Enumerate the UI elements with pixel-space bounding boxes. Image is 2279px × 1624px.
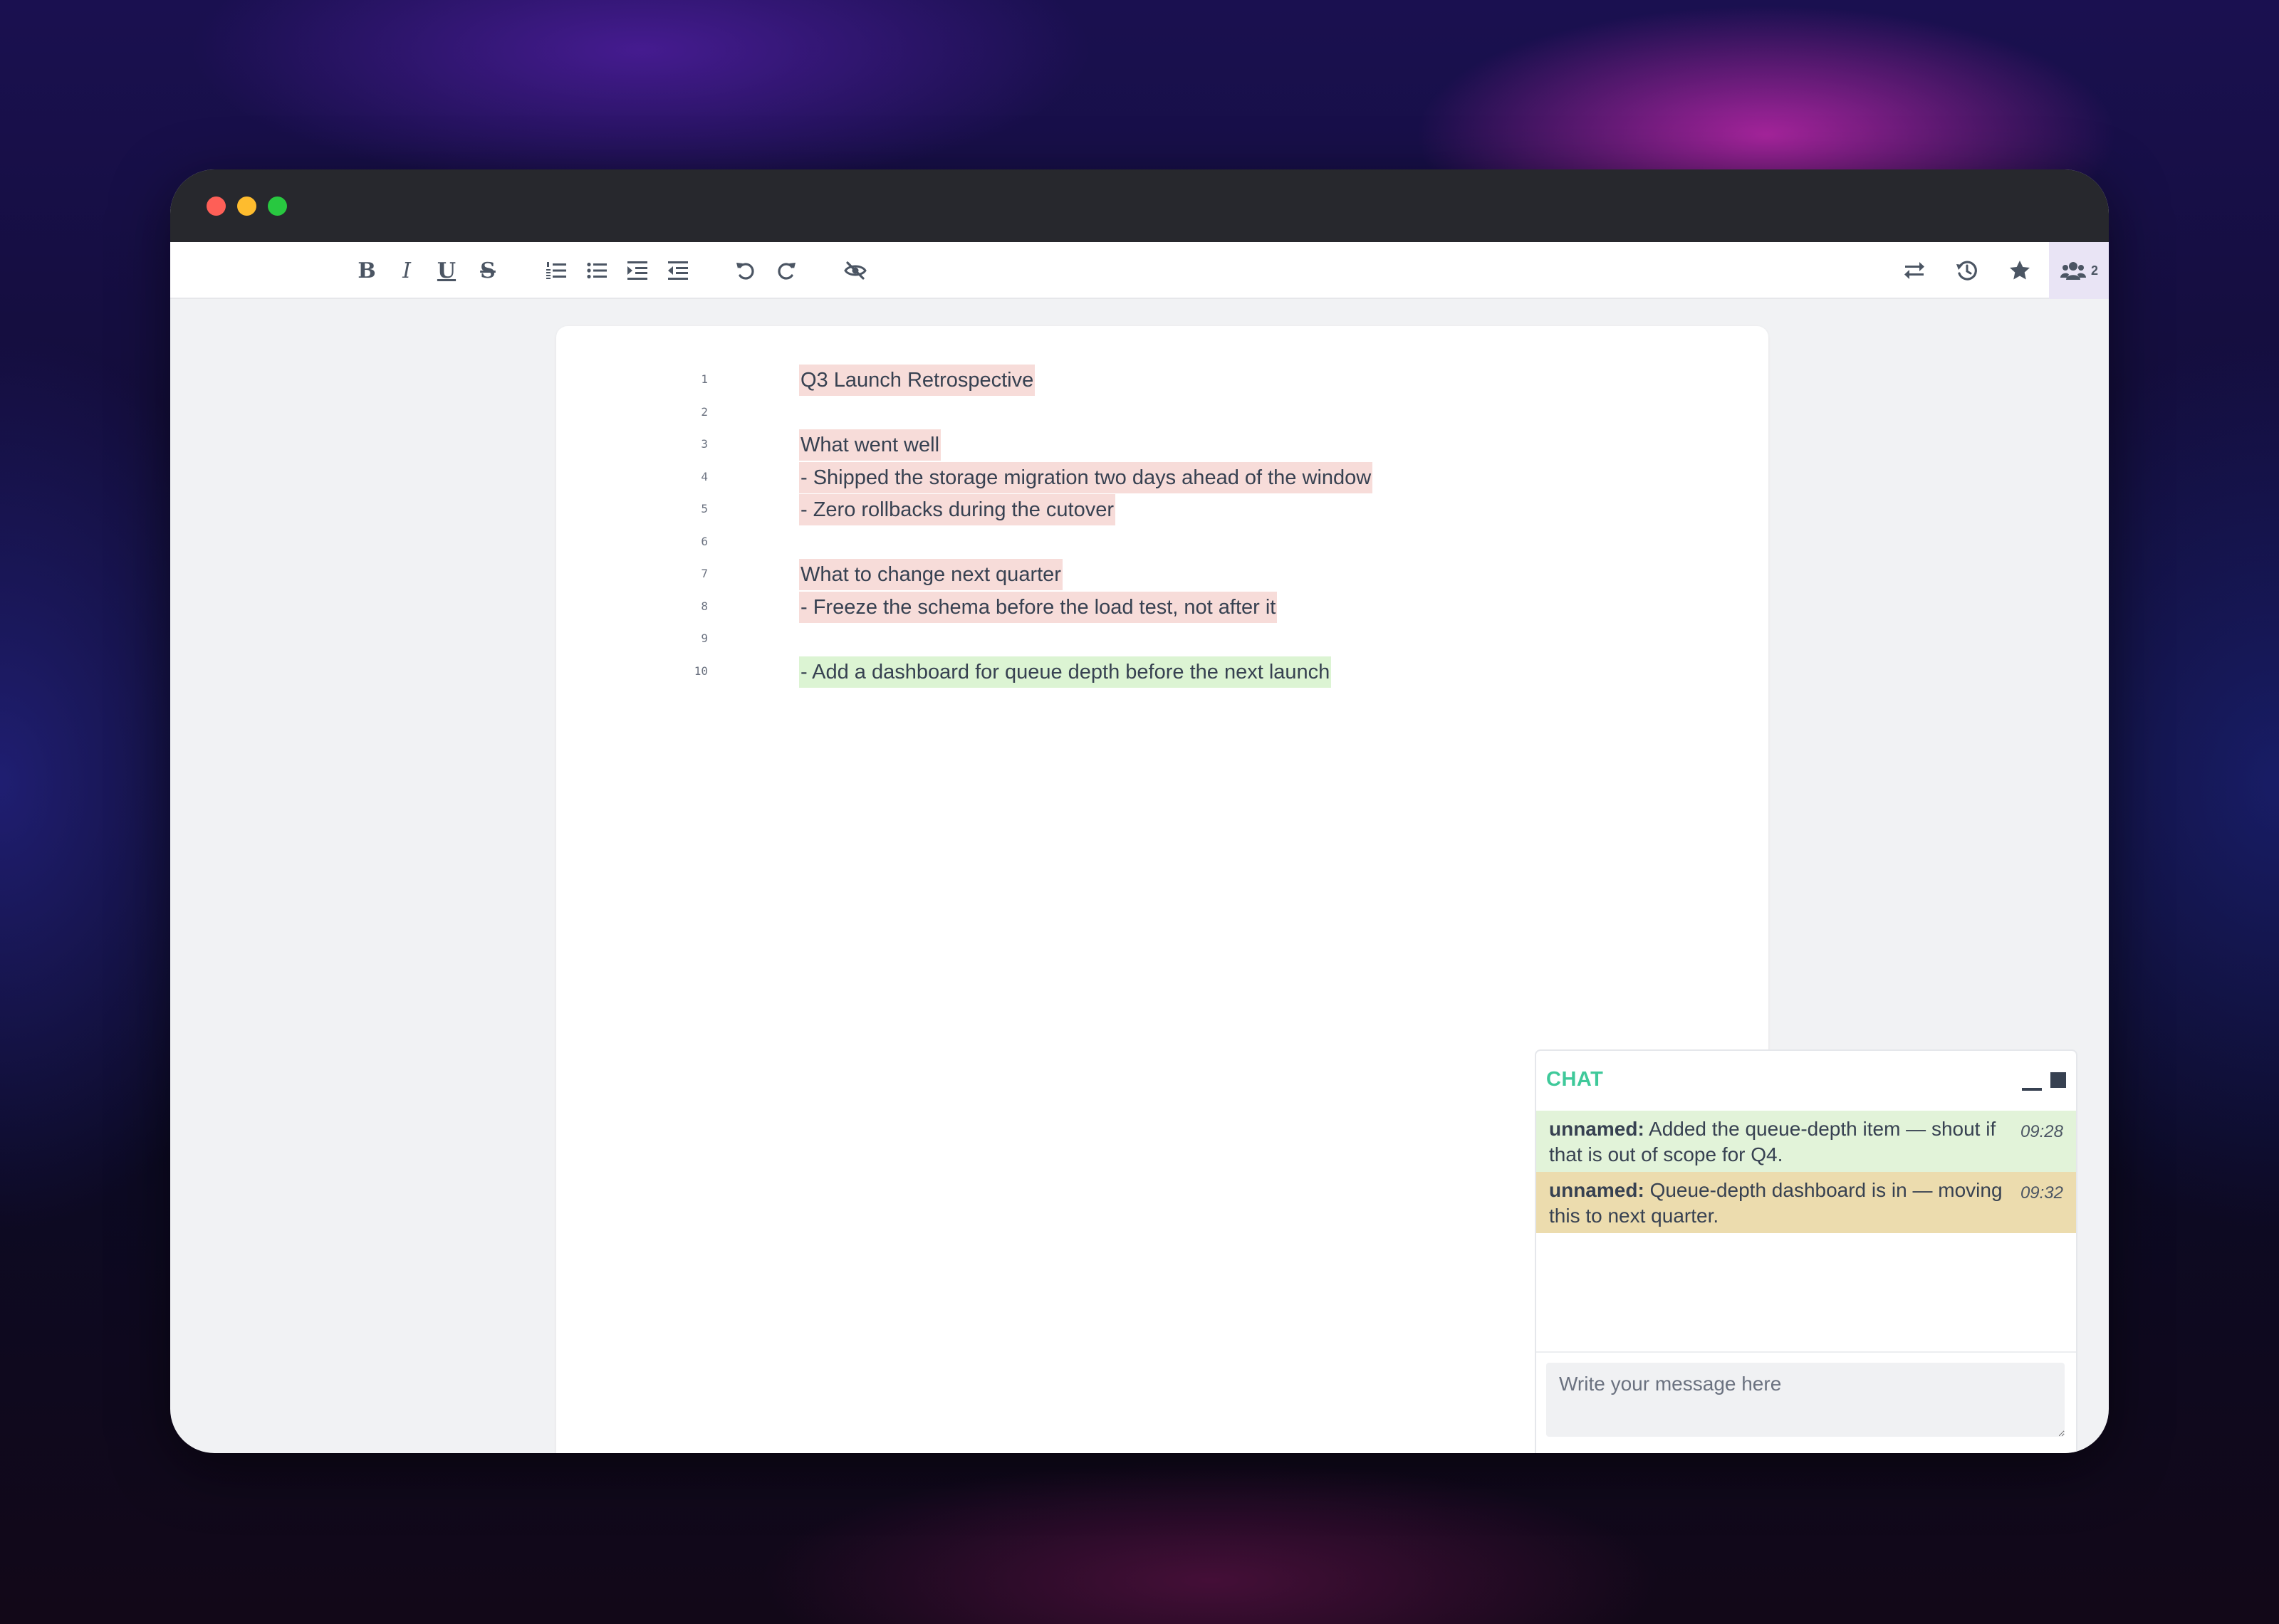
- italic-button[interactable]: I: [390, 253, 424, 288]
- italic-icon: I: [402, 258, 411, 283]
- editor-line[interactable]: What to change next quarter: [799, 559, 1063, 590]
- chat-message-input[interactable]: [1546, 1363, 2065, 1437]
- users-count: 2: [2090, 263, 2098, 278]
- editor-line[interactable]: Q3 Launch Retrospective: [799, 365, 1036, 396]
- editor-line-text: - Add a dashboard for queue depth before…: [799, 656, 1332, 688]
- redo-button[interactable]: [769, 253, 803, 288]
- maximize-window-button[interactable]: [268, 197, 287, 216]
- users-button[interactable]: 2: [2049, 242, 2109, 299]
- chat-title: CHAT: [1546, 1068, 1604, 1091]
- strikethrough-button[interactable]: S: [471, 253, 505, 288]
- outdent-button[interactable]: [661, 253, 695, 288]
- underline-icon: U: [437, 258, 457, 283]
- hide-icon: [844, 261, 867, 280]
- swap-icon: [1904, 262, 1924, 279]
- chat-message-author: unnamed:: [1549, 1118, 1644, 1140]
- redo-icon: [778, 263, 796, 280]
- strikethrough-icon: S: [480, 258, 496, 283]
- editor-line-text: Q3 Launch Retrospective: [799, 365, 1036, 396]
- editor-line-text: What to change next quarter: [799, 559, 1063, 590]
- saved-revision-button[interactable]: [2003, 253, 2037, 288]
- underline-button[interactable]: U: [429, 253, 464, 288]
- toggle-author-colors-button[interactable]: [838, 253, 872, 288]
- bold-button[interactable]: B: [350, 253, 384, 288]
- indent-button[interactable]: [620, 253, 655, 288]
- close-window-button[interactable]: [207, 197, 226, 216]
- line-number: 2: [701, 404, 708, 419]
- line-number: 4: [701, 469, 708, 483]
- editor-line-text: - Zero rollbacks during the cutover: [799, 494, 1116, 525]
- chat-panel: CHAT unnamed: Added the queue-depth item…: [1535, 1049, 2077, 1453]
- chat-sticky-button[interactable]: [2050, 1072, 2066, 1088]
- outdent-icon: [668, 261, 688, 280]
- line-number: 8: [701, 599, 708, 613]
- undo-button[interactable]: [729, 253, 763, 288]
- editor-line[interactable]: - Freeze the schema before the load test…: [799, 591, 1278, 623]
- unordered-list-button[interactable]: [580, 253, 614, 288]
- unordered-list-icon: [587, 262, 607, 279]
- chat-minimize-button[interactable]: [2020, 1072, 2043, 1092]
- app-window: B I U S 2 1 Q3 Launch Retrospective 2 3 …: [170, 169, 2109, 1453]
- line-number: 1: [701, 372, 708, 386]
- undo-icon: [736, 263, 754, 280]
- minimize-window-button[interactable]: [237, 197, 256, 216]
- history-icon: [1956, 261, 1977, 281]
- timeslider-button[interactable]: [1950, 253, 1984, 288]
- title-bar: [170, 169, 2109, 242]
- chat-message: unnamed: Added the queue-depth item — sh…: [1536, 1111, 2076, 1172]
- indent-icon: [627, 261, 647, 280]
- chat-message-time: 09:32: [2020, 1183, 2063, 1203]
- import-export-button[interactable]: [1897, 253, 1931, 288]
- line-number: 9: [701, 632, 708, 645]
- line-number: 5: [701, 502, 708, 515]
- chat-message-author: unnamed:: [1549, 1179, 1644, 1201]
- editor-line-text: - Freeze the schema before the load test…: [799, 591, 1278, 623]
- editor-toolbar: B I U S 2: [170, 242, 2109, 299]
- line-number: 10: [694, 664, 708, 678]
- chat-message-time: 09:28: [2020, 1122, 2063, 1141]
- editor-line-text: What went well: [799, 429, 942, 461]
- editor-line[interactable]: - Zero rollbacks during the cutover: [799, 494, 1116, 525]
- ordered-list-icon: [546, 262, 566, 279]
- users-icon: [2060, 262, 2086, 280]
- chat-input-area: [1536, 1351, 2076, 1453]
- line-number: 3: [701, 437, 708, 451]
- editor-line[interactable]: - Add a dashboard for queue depth before…: [799, 656, 1332, 688]
- bold-icon: B: [358, 258, 376, 283]
- line-number: 6: [701, 534, 708, 548]
- line-number: 7: [701, 567, 708, 580]
- ordered-list-button[interactable]: [539, 253, 573, 288]
- editor-line[interactable]: What went well: [799, 429, 942, 461]
- chat-header: CHAT: [1536, 1051, 2076, 1109]
- chat-message: unnamed: Queue-depth dashboard is in — m…: [1536, 1172, 2076, 1233]
- editor-line[interactable]: - Shipped the storage migration two days…: [799, 461, 1373, 493]
- star-icon: [2010, 261, 2030, 280]
- editor-line-text: - Shipped the storage migration two days…: [799, 461, 1373, 493]
